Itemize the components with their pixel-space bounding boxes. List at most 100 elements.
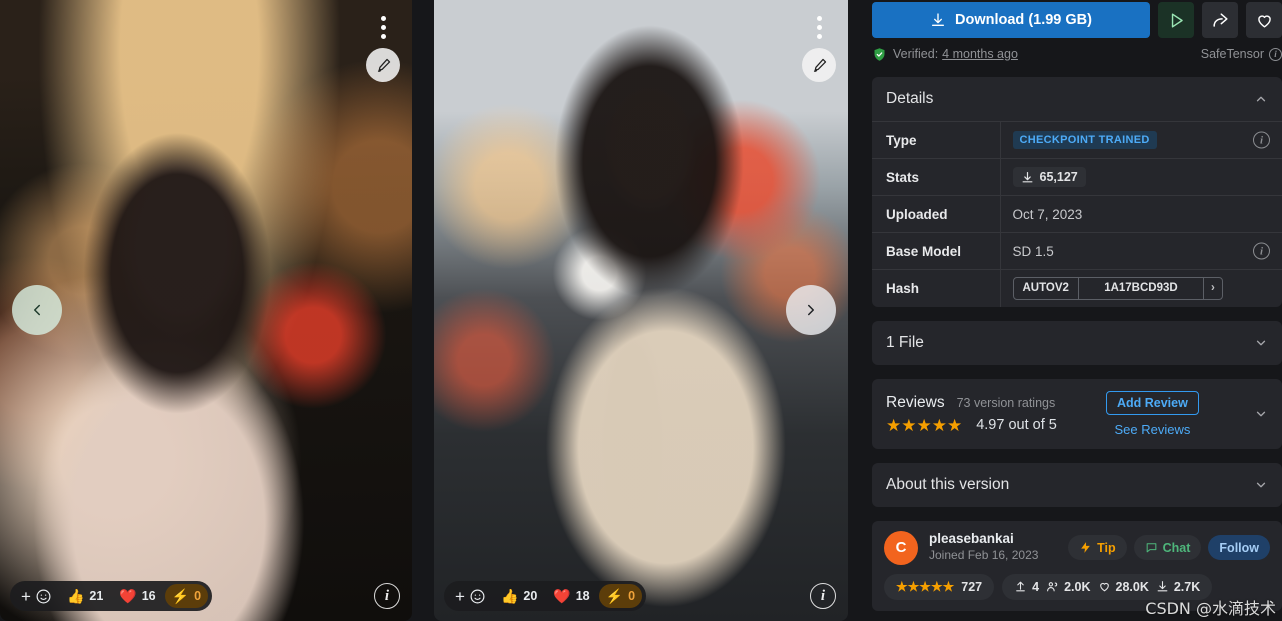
chat-icon <box>1146 543 1156 553</box>
reaction-count: 20 <box>523 589 538 603</box>
reaction-thumbs-up-1[interactable]: 👍 21 <box>60 584 110 608</box>
chevron-down-icon <box>1256 340 1266 345</box>
creator-likes: 28.0K <box>1098 580 1149 594</box>
model-detail-page: + 👍 21 ❤️ 16 ⚡ 0 i + 👍 20 ❤️ 18 ⚡ 0 i Do… <box>0 0 1282 621</box>
creator-name[interactable]: pleasebankai <box>929 531 1038 548</box>
reviews-star-rating: ★★★★★ <box>886 415 963 435</box>
about-version-panel: About this version <box>872 462 1282 507</box>
details-header[interactable]: Details <box>872 77 1282 121</box>
base-model-value: SD 1.5 <box>1012 243 1054 259</box>
add-reaction-button-1[interactable]: + <box>14 588 58 605</box>
reviews-version-ratings: 73 version ratings <box>956 395 1056 410</box>
reaction-thumbs-up-2[interactable]: 👍 20 <box>494 584 544 608</box>
followers-count: 2.0K <box>1064 579 1091 594</box>
info-icon[interactable]: i <box>374 583 400 609</box>
gallery-prev-button[interactable] <box>12 285 62 335</box>
reaction-bar-2: + 👍 20 ❤️ 18 ⚡ 0 <box>444 581 647 611</box>
creator-metrics-group: 4 2.0K 28.0K 2.7K <box>1002 573 1213 600</box>
detail-key: Hash <box>872 269 1001 307</box>
detail-row-uploaded: Uploaded Oct 7, 2023 <box>872 195 1282 233</box>
add-reaction-button-2[interactable]: + <box>448 588 492 605</box>
creator-rating-count: 727 <box>961 579 983 594</box>
about-version-header[interactable]: About this version <box>872 463 1282 507</box>
safetensor-label: SafeTensor <box>1200 47 1264 61</box>
gallery-image-2[interactable]: + 👍 20 ❤️ 18 ⚡ 0 i <box>434 0 848 621</box>
hash-group: AUTOV2 1A17BCD93D › <box>1012 276 1223 300</box>
add-reaction-label-2: + <box>455 586 465 606</box>
follow-button[interactable]: Follow <box>1208 535 1270 560</box>
add-review-button[interactable]: Add Review <box>1105 390 1199 415</box>
details-title: Details <box>886 90 934 107</box>
reaction-boost-1[interactable]: ⚡ 0 <box>164 584 209 608</box>
download-button[interactable]: Download (1.99 GB) <box>872 2 1150 38</box>
see-reviews-link[interactable]: See Reviews <box>1114 422 1190 437</box>
paintbrush-icon[interactable] <box>366 48 400 82</box>
verified-time-link[interactable]: 4 months ago <box>942 47 1018 61</box>
kebab-menu-icon[interactable] <box>372 10 394 44</box>
shield-check-icon <box>874 47 885 61</box>
files-title: 1 File <box>886 333 924 351</box>
detail-row-hash: Hash AUTOV2 1A17BCD93D › <box>872 269 1282 307</box>
detail-row-base-model: Base Model SD 1.5 i <box>872 232 1282 270</box>
follow-label: Follow <box>1219 540 1259 555</box>
info-icon[interactable]: i <box>1253 131 1270 149</box>
detail-value: Oct 7, 2023 <box>1000 195 1282 233</box>
info-icon[interactable]: i <box>810 583 836 609</box>
lightning-icon <box>1081 542 1090 553</box>
download-icon <box>932 13 945 26</box>
play-icon <box>1171 12 1183 28</box>
chevron-down-icon <box>1256 482 1266 487</box>
thumbs-up-icon: 👍 <box>500 588 519 604</box>
heart-icon: ❤️ <box>119 588 137 604</box>
chevron-right-icon[interactable]: › <box>1204 278 1222 299</box>
reaction-bar-1: + 👍 21 ❤️ 16 ⚡ 0 <box>10 581 213 611</box>
run-model-button[interactable] <box>1158 2 1194 38</box>
avatar[interactable]: C <box>884 530 918 565</box>
downloads-stat-chip: 65,127 <box>1012 167 1086 187</box>
reaction-count: 0 <box>628 589 636 603</box>
detail-value: SD 1.5 i <box>1000 232 1282 270</box>
detail-key: Type <box>872 121 1001 159</box>
hash-algorithm: AUTOV2 <box>1014 277 1079 299</box>
detail-value: 65,127 <box>1000 158 1282 196</box>
heart-outline-icon <box>1257 14 1271 28</box>
detail-key: Base Model <box>872 232 1001 270</box>
reaction-heart-2[interactable]: ❤️ 18 <box>546 584 596 608</box>
likes-count: 28.0K <box>1115 579 1149 594</box>
gallery-next-button[interactable] <box>786 285 836 335</box>
chevron-down-icon[interactable] <box>1254 407 1268 421</box>
thumbs-up-icon: 👍 <box>66 588 85 604</box>
heart-icon: ❤️ <box>553 588 571 604</box>
model-sidebar: Download (1.99 GB) Verified: 4 months ag… <box>858 0 1282 621</box>
creator-downloads: 2.7K <box>1156 580 1200 594</box>
chat-button[interactable]: Chat <box>1133 535 1202 560</box>
users-icon <box>1047 582 1058 592</box>
kebab-menu-icon[interactable] <box>808 10 830 44</box>
verified-label: Verified: <box>893 47 939 61</box>
share-button[interactable] <box>1202 2 1238 38</box>
hash-value: 1A17BCD93D <box>1079 277 1204 299</box>
share-icon <box>1212 12 1228 27</box>
smiley-icon <box>36 589 51 603</box>
creator-card: C pleasebankai Joined Feb 16, 2023 Tip C… <box>872 520 1282 611</box>
download-icon <box>1022 171 1032 182</box>
favorite-button[interactable] <box>1246 2 1282 38</box>
creator-star-rating: ★★★★★ <box>896 579 955 594</box>
detail-value: AUTOV2 1A17BCD93D › <box>1000 269 1282 307</box>
reviews-panel: Reviews 73 version ratings ★★★★★ 4.97 ou… <box>872 378 1282 449</box>
creator-joined: Joined Feb 16, 2023 <box>929 548 1039 563</box>
gallery-image-1[interactable]: + 👍 21 ❤️ 16 ⚡ 0 i <box>0 0 412 621</box>
reaction-boost-2[interactable]: ⚡ 0 <box>598 584 643 608</box>
info-icon[interactable]: i <box>1269 47 1282 61</box>
info-icon[interactable]: i <box>1253 242 1270 260</box>
reaction-count: 18 <box>575 589 590 603</box>
details-table: Type CHECKPOINT TRAINED i Stats 65,127 U… <box>872 121 1282 307</box>
reviews-score: 4.97 out of 5 <box>976 417 1057 433</box>
add-reaction-label-1: + <box>21 586 31 606</box>
reaction-heart-1[interactable]: ❤️ 16 <box>112 584 162 608</box>
chat-label: Chat <box>1162 540 1191 555</box>
tip-button[interactable]: Tip <box>1068 535 1127 560</box>
downloads-count: 65,127 <box>1039 170 1078 184</box>
paintbrush-icon[interactable] <box>802 48 836 82</box>
files-header[interactable]: 1 File <box>872 321 1282 365</box>
